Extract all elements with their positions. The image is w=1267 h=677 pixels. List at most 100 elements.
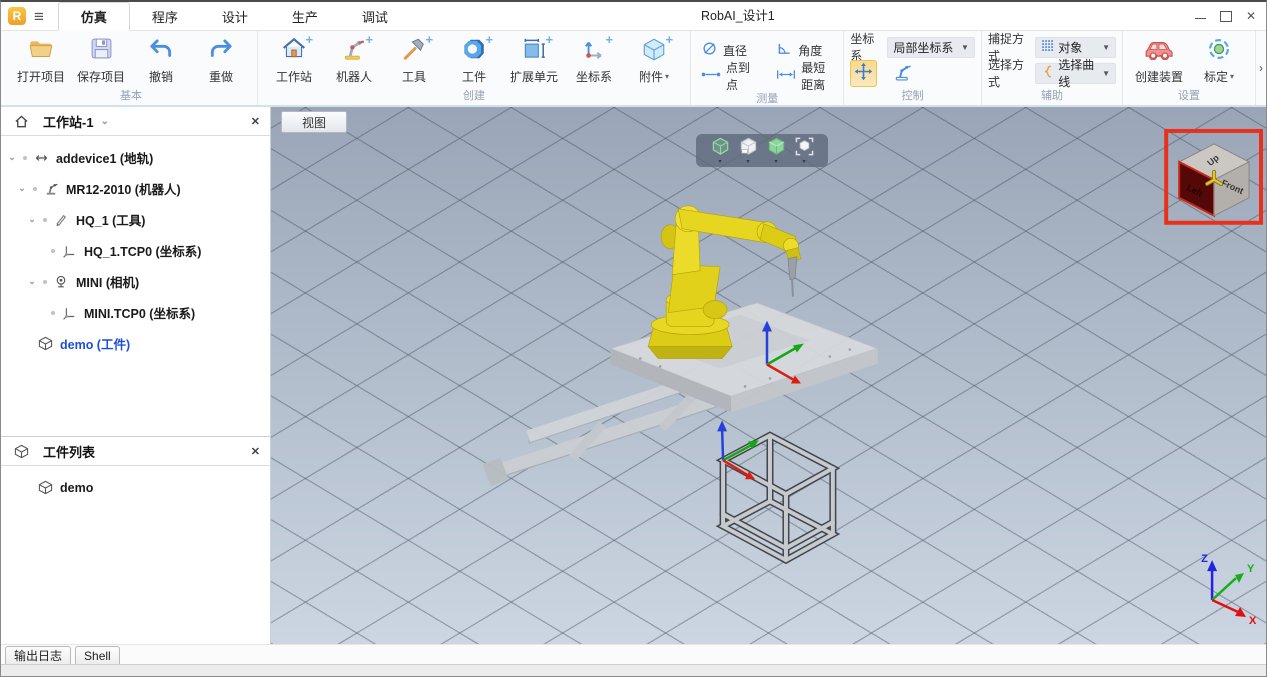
ribbon-button-扩展单元[interactable]: +扩展单元: [504, 33, 564, 86]
wireframe-cube-icon: [711, 137, 730, 160]
ribbon-button-机器人[interactable]: +机器人: [324, 33, 384, 86]
ribbon-button-label: 撤销: [149, 68, 173, 85]
tree-item-demo[interactable]: demo: [1, 472, 270, 503]
minimize-button[interactable]: [1195, 18, 1206, 19]
angle-icon: [776, 40, 793, 60]
ribbon-group-measure: 直径角度点到点最短距离测量: [691, 31, 844, 105]
expander-chevron-icon[interactable]: ⌄: [25, 276, 39, 287]
measure-button-最短距离[interactable]: 最短距离: [772, 59, 837, 93]
ribbon-button-标定[interactable]: 标定▾: [1189, 33, 1249, 86]
nut-icon: [461, 36, 487, 67]
measure-button-直径[interactable]: 直径: [697, 40, 762, 60]
menu-tab-4[interactable]: 生产: [270, 2, 340, 30]
ribbon-button-重做[interactable]: 重做: [191, 33, 251, 86]
ribbon-button-附件[interactable]: +附件▾: [624, 33, 684, 86]
measure-button-label: 角度: [798, 42, 822, 59]
display-mode-button-solid-cube-icon[interactable]: ▾: [767, 137, 786, 165]
cube-outline-icon: [35, 480, 55, 495]
close-button[interactable]: ✕: [1246, 10, 1256, 22]
scene-canvas: Up Left Front: [271, 107, 1266, 643]
expander-chevron-icon[interactable]: ⌄: [25, 214, 39, 225]
ribbon-overflow-arrow[interactable]: ›: [1256, 61, 1266, 75]
redo-icon: [208, 36, 234, 67]
tree-item-HQ_1 (工具)[interactable]: ⌄HQ_1 (工具): [1, 204, 270, 235]
tree-bullet: [19, 156, 31, 160]
ribbon-button-label: 保存项目: [77, 68, 125, 85]
tree-bullet: [47, 249, 59, 253]
ribbon-group-label: 创建: [264, 86, 684, 105]
tree-item-demo (工件)[interactable]: demo (工件): [1, 328, 270, 359]
tree-item-label: demo (工件): [60, 334, 130, 353]
bottom-tab-2[interactable]: Shell: [75, 646, 120, 664]
tree-item-MR12-2010 (机器人)[interactable]: ⌄ MR12-2010 (机器人): [1, 173, 270, 204]
save-icon: [89, 36, 114, 66]
station-panel-header: 工作站-1 ⌄ ✕: [1, 107, 270, 136]
hamburger-menu-icon[interactable]: ≡: [34, 8, 44, 25]
ribbon-button-label: 打开项目: [17, 68, 65, 85]
ribbon-button-打开项目[interactable]: 打开项目: [11, 33, 71, 86]
car-icon: [1144, 38, 1174, 65]
target-icon: [1206, 36, 1232, 67]
select-mode-dropdown[interactable]: 选择曲线▼: [1035, 63, 1116, 84]
chevron-down-icon[interactable]: ⌄: [101, 116, 109, 127]
bottom-tab-1[interactable]: 输出日志: [5, 646, 71, 664]
window-controls: ✕: [1195, 2, 1256, 30]
ribbon-toolbar: 打开项目保存项目撤销重做基本+工作站+机器人+工具+工件+扩展单元+坐标系+附件…: [1, 31, 1266, 107]
display-mode-button-white-cube-icon[interactable]: ▾: [739, 137, 758, 165]
display-mode-button-wireframe-cube-icon[interactable]: ▾: [711, 137, 730, 165]
viewport-view-tab[interactable]: 视图: [281, 111, 347, 133]
measure-button-label: 最短距离: [801, 59, 833, 93]
ribbon-button-工具[interactable]: +工具: [384, 33, 444, 86]
ribbon-button-label: 附件: [639, 68, 663, 85]
solid-cube-icon: [767, 137, 786, 160]
ribbon-button-撤销[interactable]: 撤销: [131, 33, 191, 86]
measure-button-点到点[interactable]: 点到点: [697, 59, 762, 93]
display-mode-button-fit-view-icon[interactable]: ▾: [795, 137, 814, 165]
view-cube[interactable]: Up Left Front: [1166, 131, 1261, 223]
workpiece-frame[interactable]: [723, 435, 833, 560]
fit-view-icon: [795, 137, 814, 160]
3d-viewport[interactable]: Up Left Front: [271, 107, 1266, 644]
maximize-button[interactable]: [1220, 11, 1232, 22]
ribbon-group-label: 辅助: [988, 86, 1116, 105]
snap-mode-dropdown[interactable]: 对象 ▼: [1035, 37, 1116, 58]
robot-icon: [341, 36, 367, 67]
ribbon-group-create: +工作站+机器人+工具+工件+扩展单元+坐标系+附件▾创建: [258, 31, 691, 105]
expander-chevron-icon[interactable]: ⌄: [5, 152, 19, 163]
dropdown-value: 对象: [1058, 39, 1082, 56]
tree-item-addevice1 (地轨)[interactable]: ⌄addevice1 (地轨): [1, 142, 270, 173]
chevron-down-icon[interactable]: ▾: [1230, 72, 1234, 81]
move-tool-button[interactable]: [850, 60, 877, 87]
tree-item-MINI (相机)[interactable]: ⌄MINI (相机): [1, 266, 270, 297]
ribbon-button-工件[interactable]: +工件: [444, 33, 504, 86]
status-bar: [1, 664, 1266, 677]
ribbon-button-创建装置[interactable]: 创建装置: [1129, 33, 1189, 86]
menu-tab-5[interactable]: 调试: [340, 2, 410, 30]
coordinate-system-dropdown[interactable]: 局部坐标系▼: [887, 37, 975, 58]
cube-icon: [641, 36, 667, 67]
jog-robot-button[interactable]: [890, 61, 915, 86]
tree-item-label: MR12-2010 (机器人): [66, 179, 181, 198]
tree-bullet: [47, 311, 59, 315]
tree-item-MINI.TCP0 (坐标系)[interactable]: MINI.TCP0 (坐标系): [1, 297, 270, 328]
menu-tab-2[interactable]: 程序: [130, 2, 200, 30]
chevron-down-icon[interactable]: ▾: [665, 72, 669, 81]
chevron-down-icon: ▼: [1102, 43, 1110, 52]
tree-item-HQ_1.TCP0 (坐标系)[interactable]: HQ_1.TCP0 (坐标系): [1, 235, 270, 266]
measure-button-角度[interactable]: 角度: [772, 40, 837, 60]
ribbon-button-工作站[interactable]: +工作站: [264, 33, 324, 86]
ribbon-group-assist: 捕捉方式对象▼选择方式选择曲线▼辅助: [982, 31, 1123, 105]
ribbon-button-保存项目[interactable]: 保存项目: [71, 33, 131, 86]
station-panel-close-icon[interactable]: ✕: [251, 115, 260, 128]
axis-x-label: X: [1249, 615, 1257, 627]
menu-tab-1[interactable]: 仿真: [58, 2, 130, 31]
sidebar: 工作站-1 ⌄ ✕ ⌄addevice1 (地轨)⌄MR12-2010 (机器人…: [1, 107, 271, 644]
window-title: RobAI_设计1: [701, 2, 775, 30]
ribbon-button-坐标系[interactable]: +坐标系: [564, 33, 624, 86]
expander-chevron-icon[interactable]: ⌄: [15, 183, 29, 194]
menu-tab-3[interactable]: 设计: [200, 2, 270, 30]
parts-panel-close-icon[interactable]: ✕: [251, 445, 260, 458]
jog-robot-icon: [893, 62, 913, 85]
ribbon-button-label: 坐标系: [576, 68, 612, 85]
app-logo[interactable]: R: [8, 7, 26, 25]
